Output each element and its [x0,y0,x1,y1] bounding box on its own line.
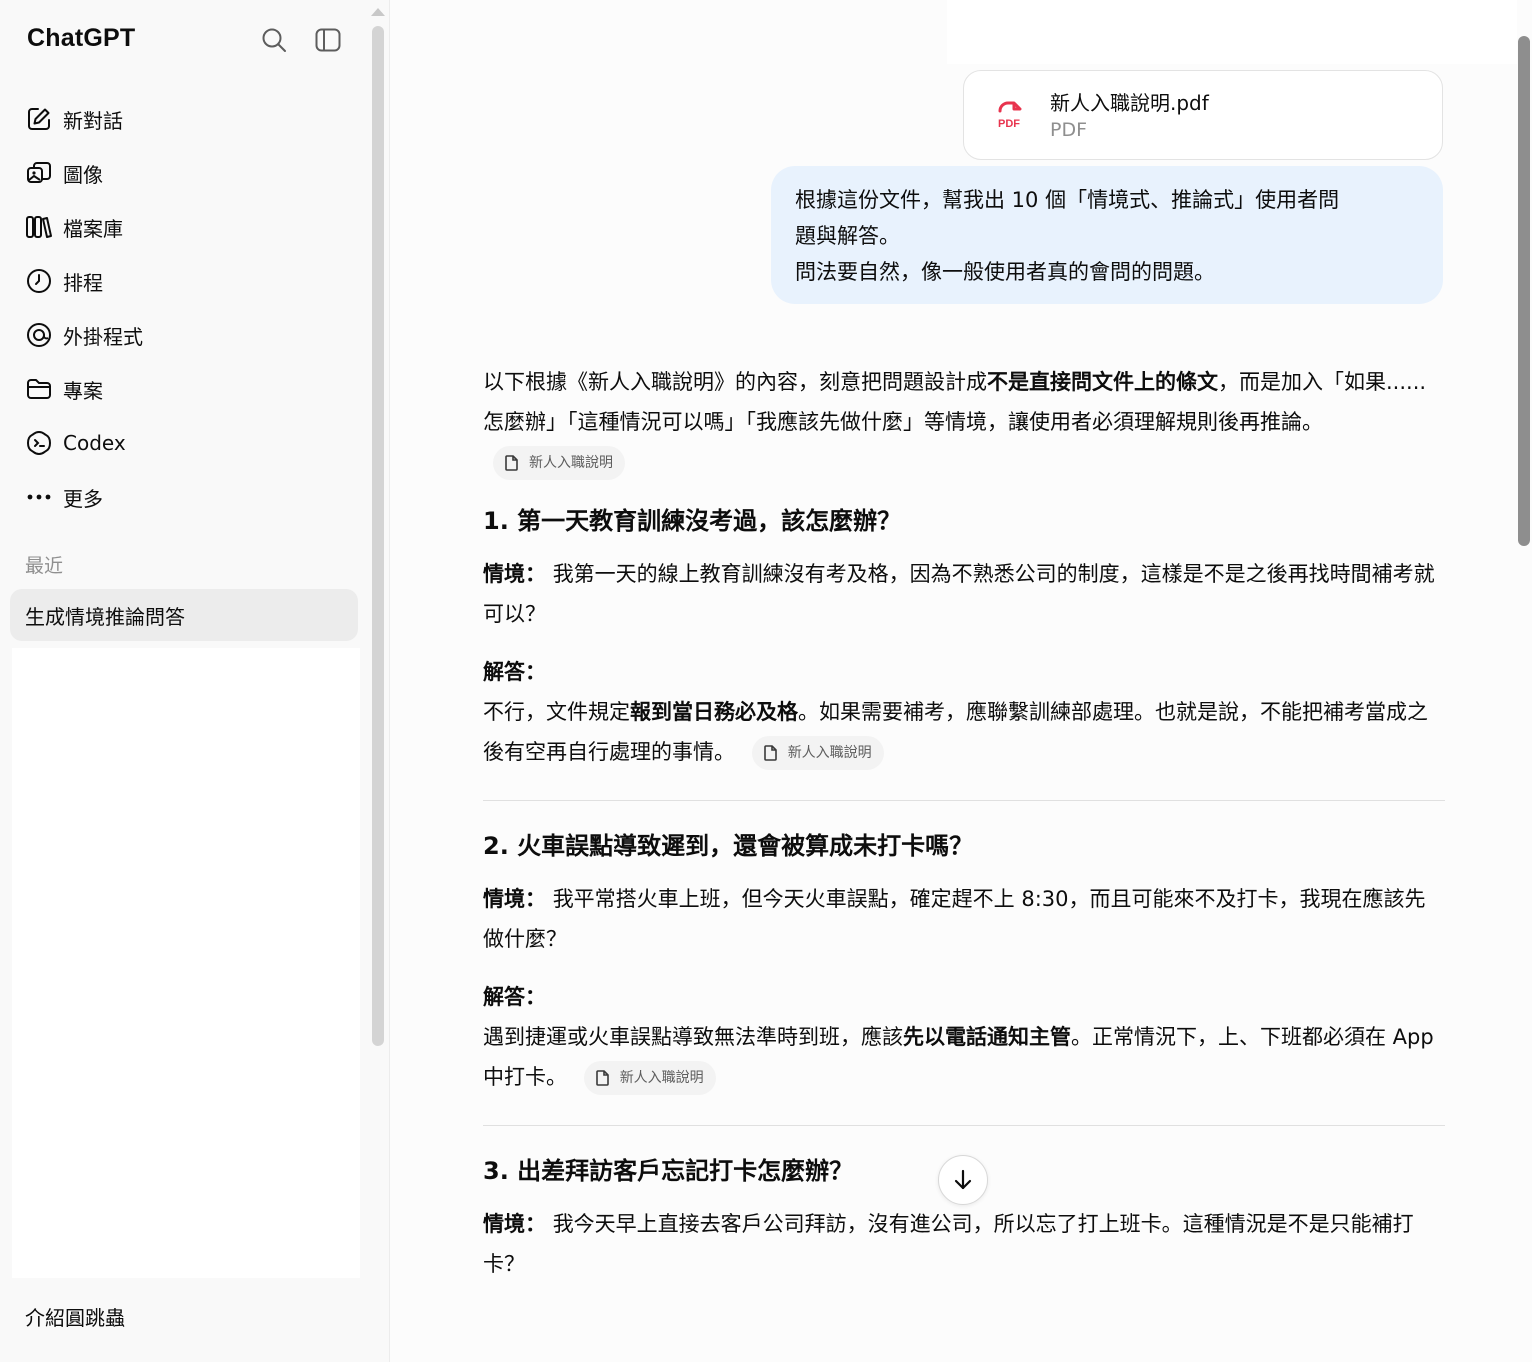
sidebar-item-more[interactable]: 更多 [10,470,360,524]
attachment-type: PDF [1050,119,1088,141]
citation-label: 新人入職說明 [529,455,613,471]
scenario-label: 情境： [483,1212,546,1236]
sidebar-scroll-thumb[interactable] [372,26,384,1046]
pdf-file-icon: PDF [992,99,1026,133]
user-message-bubble: 根據這份文件，幫我出 10 個「情境式、推論式」使用者問 題與解答。 問法要自然… [771,166,1443,304]
citation-chip[interactable]: 新人入職說明 [751,736,884,770]
sidebar-nav: 新對話 圖像 檔案庫 排程 外掛程式 專案 Codex 更多 [10,92,360,524]
section-divider [483,800,1445,801]
brand-title[interactable]: ChatGPT [27,24,135,53]
sidebar-item-library[interactable]: 檔案庫 [10,200,360,254]
sidebar-item-projects[interactable]: 專案 [10,362,360,416]
citation-chip[interactable]: 新人入職說明 [583,1061,716,1095]
user-message-line: 問法要自然，像一般使用者真的會問的問題。 [795,260,1215,284]
images-icon [25,159,53,187]
sidebar-toggle-icon[interactable] [313,25,343,55]
sidebar-item-plugins[interactable]: 外掛程式 [10,308,360,362]
answer-bold-text: 先以電話通知主管 [903,1025,1071,1049]
sidebar-item-label: 專案 [63,378,103,403]
library-icon [25,213,53,241]
sidebar-item-new-chat[interactable]: 新對話 [10,92,360,146]
section-divider [483,1125,1445,1126]
arrow-down-icon [951,1168,975,1192]
answer-label: 解答： [483,985,546,1009]
recent-section-label: 最近 [25,555,64,577]
sidebar-item-label: 更多 [63,486,103,511]
recent-chat-item[interactable]: 生成情境推論問答 [10,589,358,641]
sidebar-bottom-item[interactable]: 介紹圓跳蟲 [25,1302,125,1331]
plugins-icon [25,321,53,349]
question-title: 1. 第一天教育訓練沒考過，該怎麼辦？ [483,507,902,535]
answer-label: 解答： [483,660,546,684]
answer-paragraph: 遇到捷運或火車誤點導致無法準時到班，應該先以電話通知主管。正常情況下，上、下班都… [483,1017,1445,1097]
user-message-line: 根據這份文件，幫我出 10 個「情境式、推論式」使用者問 [795,188,1340,212]
scroll-up-arrow-icon[interactable] [371,8,385,16]
answer-label-line: 解答： [483,977,1445,1017]
answer-label-line: 解答： [483,652,1445,692]
answer-paragraph: 不行，文件規定報到當日務必及格。如果需要補考，應聯繫訓練部處理。也就是說，不能把… [483,692,1445,772]
sidebar-item-label: 外掛程式 [63,324,143,349]
attachment-name: 新人入職說明.pdf [1050,91,1209,115]
sidebar-item-label: 檔案庫 [63,216,123,241]
document-icon [503,454,521,472]
scenario-text: 我平常搭火車上班，但今天火車誤點，確定趕不上 8:30，而且可能來不及打卡，我現… [483,887,1426,951]
search-icon[interactable] [259,25,289,55]
edit-icon [25,105,53,133]
chat-history-area [12,648,360,1278]
document-icon [762,744,780,762]
scenario-text: 我第一天的線上教育訓練沒有考及格，因為不熟悉公司的制度，這樣是不是之後再找時間補… [483,562,1435,626]
sidebar-item-schedule[interactable]: 排程 [10,254,360,308]
sidebar-item-label: 圖像 [63,162,103,187]
answer-bold-text: 報到當日務必及格 [630,700,798,724]
answer-text: 不行，文件規定 [483,700,630,724]
user-message-line: 題與解答。 [795,224,900,248]
citation-chip[interactable]: 新人入職說明 [493,446,625,480]
scroll-down-button[interactable] [938,1155,988,1205]
sidebar-item-label: 排程 [63,270,103,295]
sidebar-item-label: 新對話 [63,108,123,133]
header-area [947,0,1517,64]
conversation-panel: PDF 新人入職說明.pdf PDF 根據這份文件，幫我出 10 個「情境式、推… [390,0,1532,1362]
intro-paragraph: 以下根據《新人入職說明》的內容，刻意把問題設計成不是直接問文件上的條文，而是加入… [483,362,1445,482]
document-icon [594,1069,612,1087]
svg-text:PDF: PDF [998,118,1020,130]
attachment-card[interactable]: PDF 新人入職說明.pdf PDF [963,70,1443,160]
scenario-paragraph: 情境： 我第一天的線上教育訓練沒有考及格，因為不熟悉公司的制度，這樣是不是之後再… [483,554,1445,634]
more-icon [25,483,53,511]
citation-label: 新人入職說明 [619,1070,704,1086]
intro-text: 以下根據《新人入職說明》的內容，刻意把問題設計成 [483,370,987,394]
intro-bold-text: 不是直接問文件上的條文 [987,370,1218,394]
sidebar-item-label: Codex [63,431,126,455]
codex-icon [25,429,53,457]
scenario-paragraph: 情境： 我平常搭火車上班，但今天火車誤點，確定趕不上 8:30，而且可能來不及打… [483,879,1445,959]
main-scroll-thumb[interactable] [1518,36,1530,546]
scenario-text: 我今天早上直接去客戶公司拜訪，沒有進公司，所以忘了打上班卡。這種情況是不是只能補… [483,1212,1414,1276]
question-title: 2. 火車誤點導致遲到，還會被算成未打卡嗎？ [483,832,974,860]
folder-icon [25,375,53,403]
sidebar-item-codex[interactable]: Codex [10,416,360,470]
scenario-label: 情境： [483,562,546,586]
clock-icon [25,267,53,295]
sidebar-scrollbar[interactable] [371,8,385,1053]
citation-label: 新人入職說明 [787,745,872,761]
sidebar-item-images[interactable]: 圖像 [10,146,360,200]
answer-text: 遇到捷運或火車誤點導致無法準時到班，應該 [483,1025,903,1049]
scenario-paragraph: 情境： 我今天早上直接去客戶公司拜訪，沒有進公司，所以忘了打上班卡。這種情況是不… [483,1204,1445,1284]
sidebar: ChatGPT 新對話 圖像 檔案庫 排程 外掛程式 專案 Codex 更多 最… [0,0,390,1362]
scenario-label: 情境： [483,887,546,911]
assistant-message: 以下根據《新人入職說明》的內容，刻意把問題設計成不是直接問文件上的條文，而是加入… [483,362,1445,1284]
